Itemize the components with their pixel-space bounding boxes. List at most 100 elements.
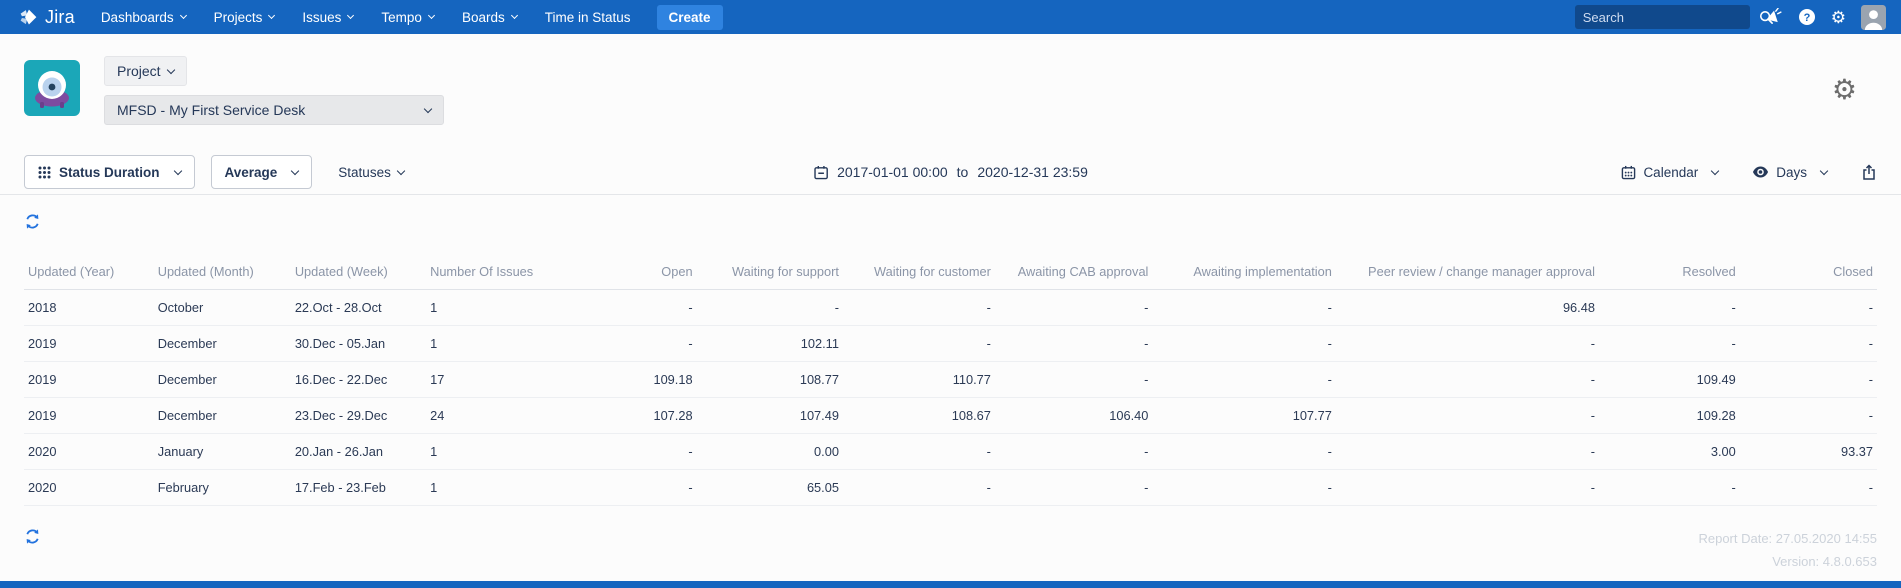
brand-text: Jira xyxy=(45,6,75,27)
project-avatar xyxy=(24,60,80,116)
cell: - xyxy=(555,433,697,470)
cell: 109.18 xyxy=(555,361,697,398)
cell: - xyxy=(1152,289,1336,326)
export-button[interactable] xyxy=(1861,163,1877,181)
cell: - xyxy=(994,325,1153,362)
report-content: Updated (Year) Updated (Month) Updated (We… xyxy=(0,195,1901,588)
report-date: Report Date: 27.05.2020 14:55 xyxy=(1698,531,1877,546)
statuses-dropdown[interactable]: Statuses xyxy=(338,165,406,180)
version: Version: 4.8.0.653 xyxy=(1772,553,1877,569)
refresh-icon xyxy=(24,213,41,230)
cell: 107.28 xyxy=(555,397,697,434)
report-settings-button[interactable]: ⚙ xyxy=(1832,76,1857,104)
report-footer: Report Date: 27.05.2020 14:55 Version: 4… xyxy=(24,528,1877,574)
nav-item-projects[interactable]: Projects xyxy=(214,10,276,25)
nav-item-time-in-status[interactable]: Time in Status xyxy=(545,10,631,25)
jira-logo[interactable]: Jira xyxy=(18,7,75,28)
column-header: Waiting for support xyxy=(696,255,843,290)
cell: 96.48 xyxy=(1335,289,1599,326)
nav-item-label: Tempo xyxy=(381,9,422,25)
nav-item-issues[interactable]: Issues xyxy=(302,10,355,25)
nav-item-boards[interactable]: Boards xyxy=(462,10,518,25)
table-row: 2019 December 23.Dec - 29.Dec 24 107.28 107.4… xyxy=(24,397,1877,434)
cell: 65.05 xyxy=(696,469,843,506)
nav-item-tempo[interactable]: Tempo xyxy=(381,9,435,25)
chevron-down-icon xyxy=(166,65,175,74)
top-navbar: Jira Dashboards Projects Issues Tempo Boards… xyxy=(0,0,1901,34)
table-row: 2019 December 16.Dec - 22.Dec 17 109.18 108.7… xyxy=(24,361,1877,398)
bottom-bar xyxy=(0,581,1901,588)
chevron-down-icon xyxy=(423,104,433,113)
cell: - xyxy=(994,289,1153,326)
table-row: 2019 December 30.Dec - 05.Jan 1-102.11- - - - -… xyxy=(24,325,1877,362)
gear-icon: ⚙ xyxy=(1831,74,1857,105)
date-range[interactable]: 2017-01-01 00:00 to 2020-12-31 23:59 xyxy=(813,164,1088,180)
unit-label: Days xyxy=(1776,164,1807,180)
project-select[interactable]: MFSD - My First Service Desk xyxy=(104,95,444,125)
cell: February xyxy=(153,469,291,506)
refresh-button[interactable] xyxy=(24,213,41,230)
help-button[interactable]: ? xyxy=(1798,8,1816,26)
cell: 30.Dec - 05.Jan xyxy=(290,325,427,362)
project-select-value: MFSD - My First Service Desk xyxy=(117,102,306,118)
cell: 2019 xyxy=(24,397,154,434)
cell: 108.67 xyxy=(842,397,995,434)
search-box[interactable] xyxy=(1574,5,1773,29)
report-type-label: Status Duration xyxy=(59,164,160,180)
user-avatar-button[interactable] xyxy=(1861,4,1886,30)
cell: 3.00 xyxy=(1598,433,1740,470)
metric-label: Average xyxy=(224,164,278,180)
cell: - xyxy=(555,289,697,326)
cell: 2018 xyxy=(24,289,154,326)
cell: 1 xyxy=(426,325,556,362)
refresh-button[interactable] xyxy=(24,528,41,545)
nav-item-dashboards[interactable]: Dashboards xyxy=(101,10,187,25)
announcements-button[interactable] xyxy=(1765,8,1783,26)
chevron-down-icon xyxy=(427,11,435,20)
cell: - xyxy=(1739,361,1877,398)
calendar-dropdown[interactable]: Calendar xyxy=(1621,165,1720,180)
cell: - xyxy=(1152,325,1336,362)
cell: - xyxy=(842,325,995,362)
cell: December xyxy=(153,397,291,434)
column-header: Waiting for customer xyxy=(842,255,995,290)
status-duration-table: Updated (Year) Updated (Month) Updated (We… xyxy=(24,255,1877,506)
unit-dropdown[interactable]: Days xyxy=(1752,164,1829,180)
date-from: 2017-01-01 00:00 xyxy=(837,164,948,180)
cell: - xyxy=(555,469,697,506)
cell: - xyxy=(994,469,1153,506)
metric-dropdown[interactable]: Average xyxy=(210,155,313,189)
table-header-row: Updated (Year) Updated (Month) Updated (We… xyxy=(24,255,1877,290)
chevron-down-icon xyxy=(347,11,355,20)
cell: 1 xyxy=(426,469,556,506)
create-button[interactable]: Create xyxy=(656,4,723,30)
cell: - xyxy=(1598,289,1740,326)
scope-dropdown[interactable]: Project xyxy=(104,56,187,86)
cell: 108.77 xyxy=(696,361,843,398)
calendar-grid-icon xyxy=(1621,165,1636,180)
cell: - xyxy=(1598,325,1740,362)
svg-text:?: ? xyxy=(1803,12,1810,24)
cell: 16.Dec - 22.Dec xyxy=(290,361,427,398)
column-header: Peer review / change manager approval xyxy=(1335,255,1599,290)
export-icon xyxy=(1861,163,1877,181)
cell: 1 xyxy=(426,433,556,470)
help-icon: ? xyxy=(1798,8,1816,26)
cell: 107.77 xyxy=(1152,397,1336,434)
table-row: 2020 January 20.Jan - 26.Jan 1-0.00- - - -3.00… xyxy=(24,433,1877,470)
column-header: Awaiting implementation xyxy=(1152,255,1336,290)
search-input[interactable] xyxy=(1582,9,1759,25)
column-header: Open xyxy=(555,255,697,290)
cell: - xyxy=(842,433,995,470)
refresh-icon xyxy=(24,528,41,545)
grid-icon xyxy=(38,166,51,179)
report-type-dropdown[interactable]: Status Duration xyxy=(24,155,195,189)
cell: - xyxy=(1739,469,1877,506)
cell: 2019 xyxy=(24,361,154,398)
chevron-down-icon xyxy=(173,166,182,175)
admin-settings-button[interactable]: ⚙ xyxy=(1831,9,1846,26)
cell: 102.11 xyxy=(696,325,843,362)
table-row: 2018 October 22.Oct - 28.Oct 1- - - - -96.48- - xyxy=(24,289,1877,326)
cell: 24 xyxy=(426,397,556,434)
chevron-down-icon xyxy=(291,166,300,175)
